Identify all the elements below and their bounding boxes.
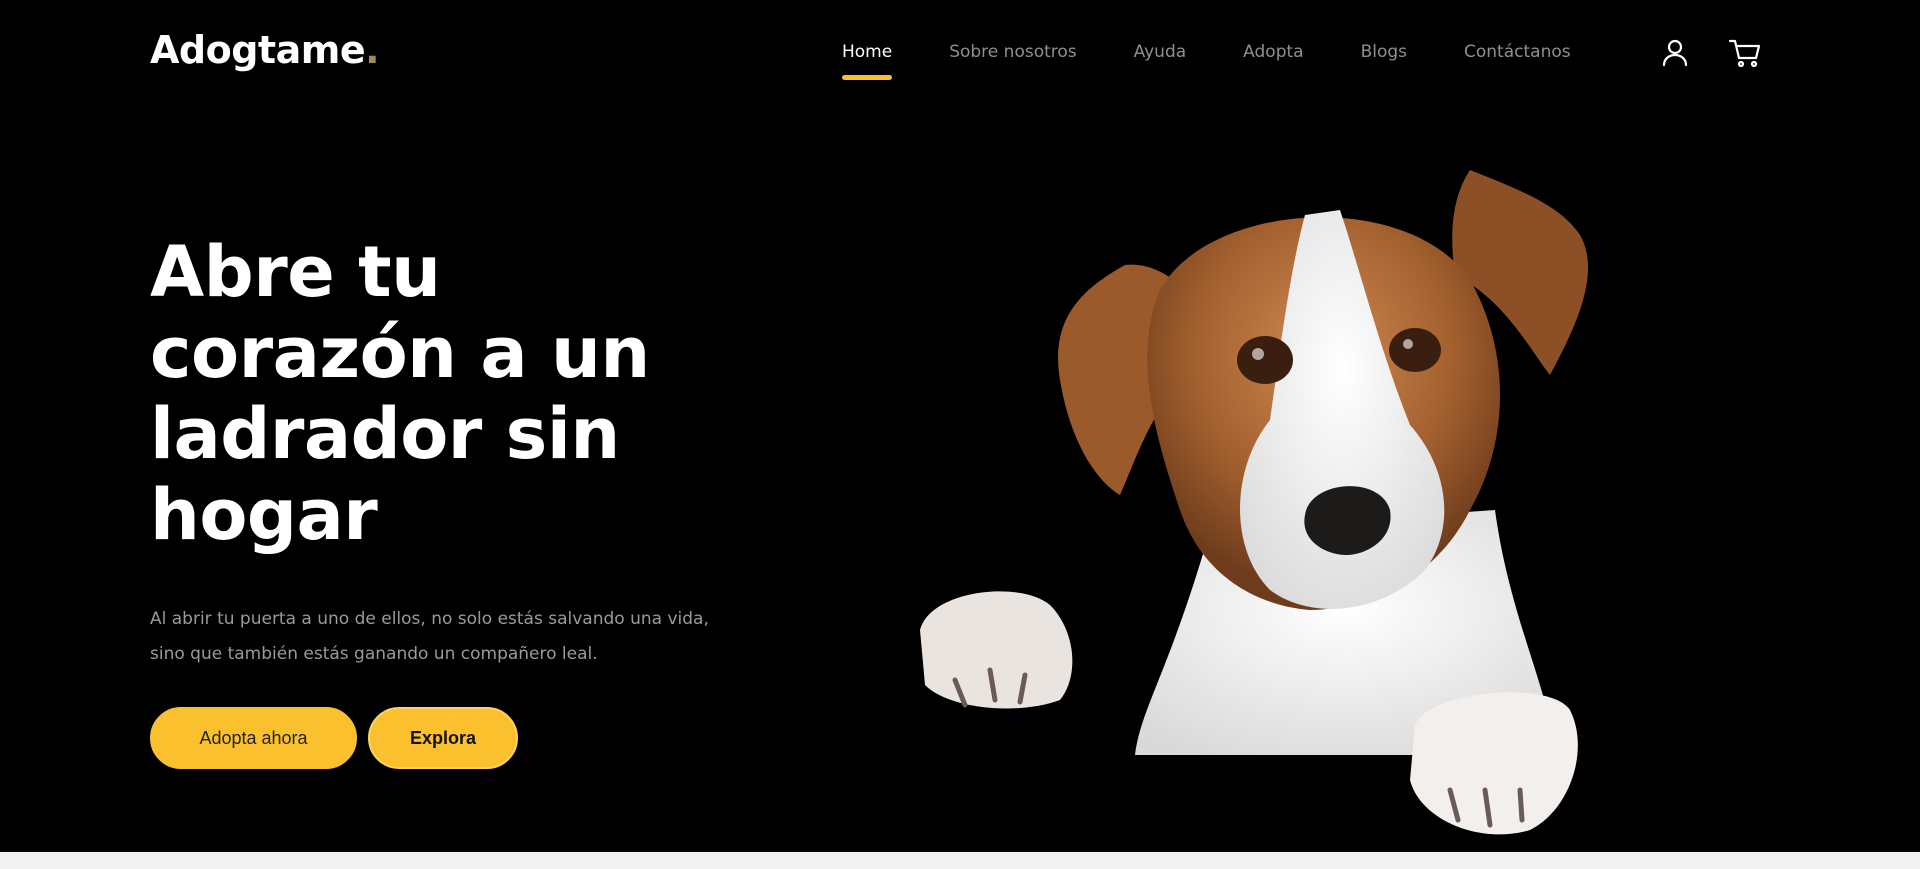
hero-actions: Adopta ahora Explora — [150, 707, 750, 769]
explore-button[interactable]: Explora — [368, 707, 518, 769]
dog-illustration — [910, 150, 1670, 850]
hero-description: Al abrir tu puerta a uno de ellos, no so… — [150, 609, 709, 664]
brand-dot: . — [365, 28, 380, 72]
nav-item-help[interactable]: Ayuda — [1134, 42, 1187, 62]
hero-section: Abre tu corazón a un ladrador sin hogar … — [150, 232, 750, 769]
nav-item-blogs[interactable]: Blogs — [1361, 42, 1407, 62]
hero-title: Abre tu corazón a un ladrador sin hogar — [150, 231, 650, 556]
nav-item-about[interactable]: Sobre nosotros — [949, 42, 1076, 62]
main-nav: Home Sobre nosotros Ayuda Adopta Blogs C… — [842, 42, 1628, 80]
brand-name: Adogtame — [150, 28, 366, 72]
site-header: Adogtame. Home Sobre nosotros Ayuda Adop… — [0, 0, 1920, 110]
nav-item-contact[interactable]: Contáctanos — [1464, 42, 1571, 62]
adopt-now-button[interactable]: Adopta ahora — [150, 707, 357, 769]
nav-item-adopt[interactable]: Adopta — [1243, 42, 1303, 62]
brand-logo[interactable]: Adogtame. — [150, 28, 380, 72]
page-bottom-divider — [0, 852, 1920, 869]
cart-icon[interactable] — [1728, 37, 1761, 69]
nav-item-home[interactable]: Home — [842, 42, 893, 80]
user-icon[interactable] — [1659, 37, 1691, 69]
